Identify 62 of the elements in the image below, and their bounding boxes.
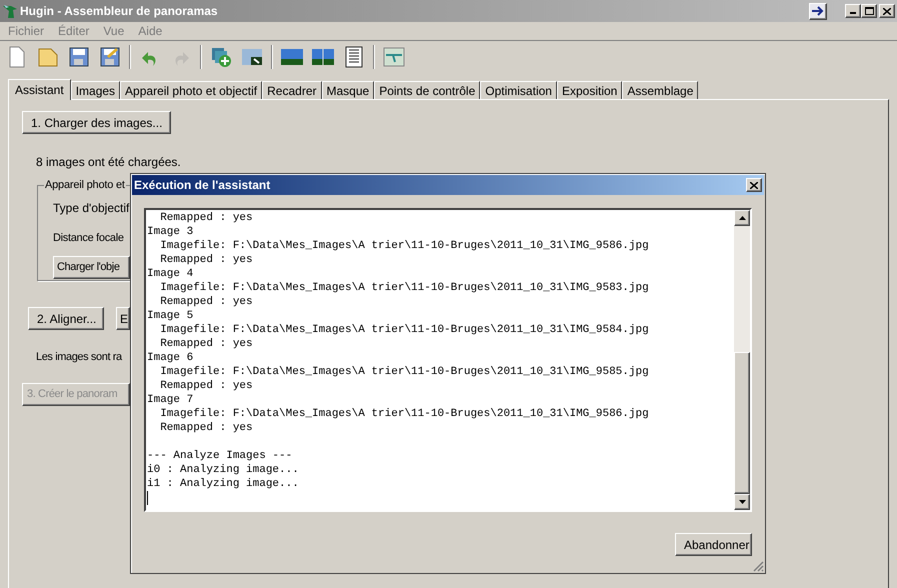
log-line: Imagefile: F:\Data\Mes_Images\A trier\11-10-Bruges\2011_10_31\IMG_9584.jpg bbox=[159, 323, 649, 337]
log-line: --- Analyze Images --- bbox=[147, 449, 292, 463]
close-icon bbox=[883, 8, 891, 14]
panorama-tool-icon bbox=[383, 46, 405, 68]
log-line: Remapped : yes bbox=[159, 379, 253, 393]
toolbar-button[interactable] bbox=[67, 44, 91, 68]
field-label: Type d'objectif bbox=[53, 200, 130, 217]
maximize-button[interactable] bbox=[861, 4, 877, 18]
log-line: Remapped : yes bbox=[159, 337, 253, 351]
log-line: Image 5 bbox=[147, 309, 194, 323]
log-line: Remapped : yes bbox=[159, 211, 253, 225]
close-button[interactable] bbox=[879, 4, 895, 18]
load-lens-button[interactable]: Charger l'obje bbox=[53, 256, 130, 278]
maximize-icon bbox=[864, 7, 874, 15]
save-icon bbox=[68, 46, 90, 68]
log-line: Imagefile: F:\Data\Mes_Images\A trier\11-10-Bruges\2011_10_31\IMG_9585.jpg bbox=[159, 365, 649, 379]
status-text: 8 images ont été chargées. bbox=[36, 154, 181, 171]
log-line: Remapped : yes bbox=[159, 421, 253, 435]
scrollbar-thumb[interactable] bbox=[734, 352, 750, 494]
log-line: Imagefile: F:\Data\Mes_Images\A trier\11-10-Bruges\2011_10_31\IMG_9586.jpg bbox=[159, 239, 649, 253]
tab[interactable]: Exposition bbox=[556, 81, 622, 99]
tab[interactable]: Recadrer bbox=[262, 81, 322, 99]
log-line: Imagefile: F:\Data\Mes_Images\A trier\11-10-Bruges\2011_10_31\IMG_9583.jpg bbox=[159, 281, 649, 295]
minimize-button[interactable] bbox=[845, 4, 861, 18]
close-button[interactable] bbox=[746, 178, 762, 192]
arrow-right-icon[interactable] bbox=[809, 2, 827, 20]
log-line: Image 4 bbox=[147, 267, 194, 281]
add-images-icon bbox=[210, 46, 232, 68]
log-line: Remapped : yes bbox=[159, 253, 253, 267]
tab[interactable]: Assemblage bbox=[622, 81, 698, 99]
list-icon bbox=[343, 46, 365, 68]
log-line: Image 7 bbox=[147, 393, 194, 407]
log-line: Remapped : yes bbox=[159, 295, 253, 309]
window-title: Hugin - Assembleur de panoramas bbox=[20, 3, 218, 20]
field-label: Distance focale bbox=[53, 231, 124, 246]
down-arrow-icon[interactable] bbox=[738, 500, 746, 504]
tab[interactable]: Appareil photo et objectif bbox=[120, 81, 262, 99]
align-button[interactable]: 2. Aligner... bbox=[28, 307, 104, 330]
hugin-logo-icon bbox=[2, 3, 18, 19]
log-line: Image 3 bbox=[147, 225, 194, 239]
up-arrow-icon[interactable] bbox=[738, 216, 746, 220]
tab[interactable]: Assistant bbox=[8, 79, 71, 100]
log-line: i0 : Analyzing image... bbox=[147, 463, 299, 477]
group-title: Appareil photo et bbox=[44, 178, 126, 192]
status-text: Les images sont ra bbox=[36, 350, 122, 365]
cancel-button[interactable]: Abandonner bbox=[675, 533, 752, 556]
resize-grip-icon[interactable] bbox=[752, 560, 764, 572]
save-as-icon bbox=[99, 46, 121, 68]
tab[interactable]: Optimisation bbox=[480, 81, 557, 99]
close-icon bbox=[750, 182, 758, 188]
minimize-icon bbox=[850, 12, 856, 14]
tab[interactable]: Images bbox=[70, 81, 120, 99]
load-images-button[interactable]: 1. Charger des images... bbox=[22, 111, 172, 134]
log-line: Imagefile: F:\Data\Mes_Images\A trier\11-10-Bruges\2011_10_31\IMG_9586.jpg bbox=[159, 407, 649, 421]
tab[interactable]: Points de contrôle bbox=[374, 81, 480, 99]
tab[interactable]: Masque bbox=[322, 81, 374, 99]
folder-icon bbox=[37, 46, 59, 68]
log-line: i1 : Analyzing image... bbox=[147, 477, 299, 491]
toolbar-button[interactable] bbox=[98, 44, 122, 68]
dialog-title: Exécution de l'assistant bbox=[134, 177, 270, 194]
log-line: Image 6 bbox=[147, 351, 194, 365]
partial-button[interactable]: E bbox=[116, 307, 130, 330]
